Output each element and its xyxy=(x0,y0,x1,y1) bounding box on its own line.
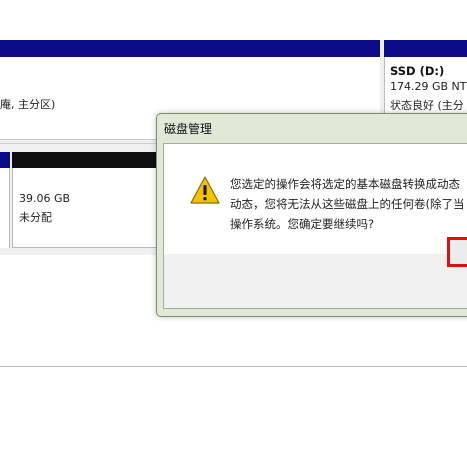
dialog-message-line: 您选定的操作会将选定的基本磁盘转换成动态 xyxy=(230,177,460,191)
dialog-message-line: 动态，您将无法从这些磁盘上的任何卷(除了当 xyxy=(230,197,465,211)
volume-bar-ssd xyxy=(384,40,467,57)
ssd-volume-size: 174.29 GB NT xyxy=(390,80,467,93)
volume-bar-unallocated xyxy=(12,152,162,168)
dialog-message-line: 操作系统。您确定要继续吗? xyxy=(230,217,375,231)
volume-pane-left-edge[interactable] xyxy=(0,168,10,248)
dialog-message: 您选定的操作会将选定的基本磁盘转换成动态 动态，您将无法从这些磁盘上的任何卷(除… xyxy=(230,174,467,234)
ssd-volume-title: SSD (D:) xyxy=(390,64,445,78)
unallocated-size: 39.06 GB xyxy=(19,192,71,205)
volume-bar-left-edge xyxy=(0,152,10,168)
warning-icon xyxy=(190,176,220,204)
volume-pane-unallocated[interactable] xyxy=(12,168,162,248)
volume-bar-primary xyxy=(0,40,380,57)
volume-main-label: 庵, 主分区) xyxy=(0,98,56,111)
confirm-button-highlighted[interactable] xyxy=(447,237,467,267)
unallocated-status: 未分配 xyxy=(19,211,52,224)
dialog-title: 磁盘管理 xyxy=(164,122,213,136)
top-blank-area xyxy=(0,0,467,40)
ssd-volume-status: 状态良好 (主分 xyxy=(390,99,464,112)
divider xyxy=(0,366,467,367)
